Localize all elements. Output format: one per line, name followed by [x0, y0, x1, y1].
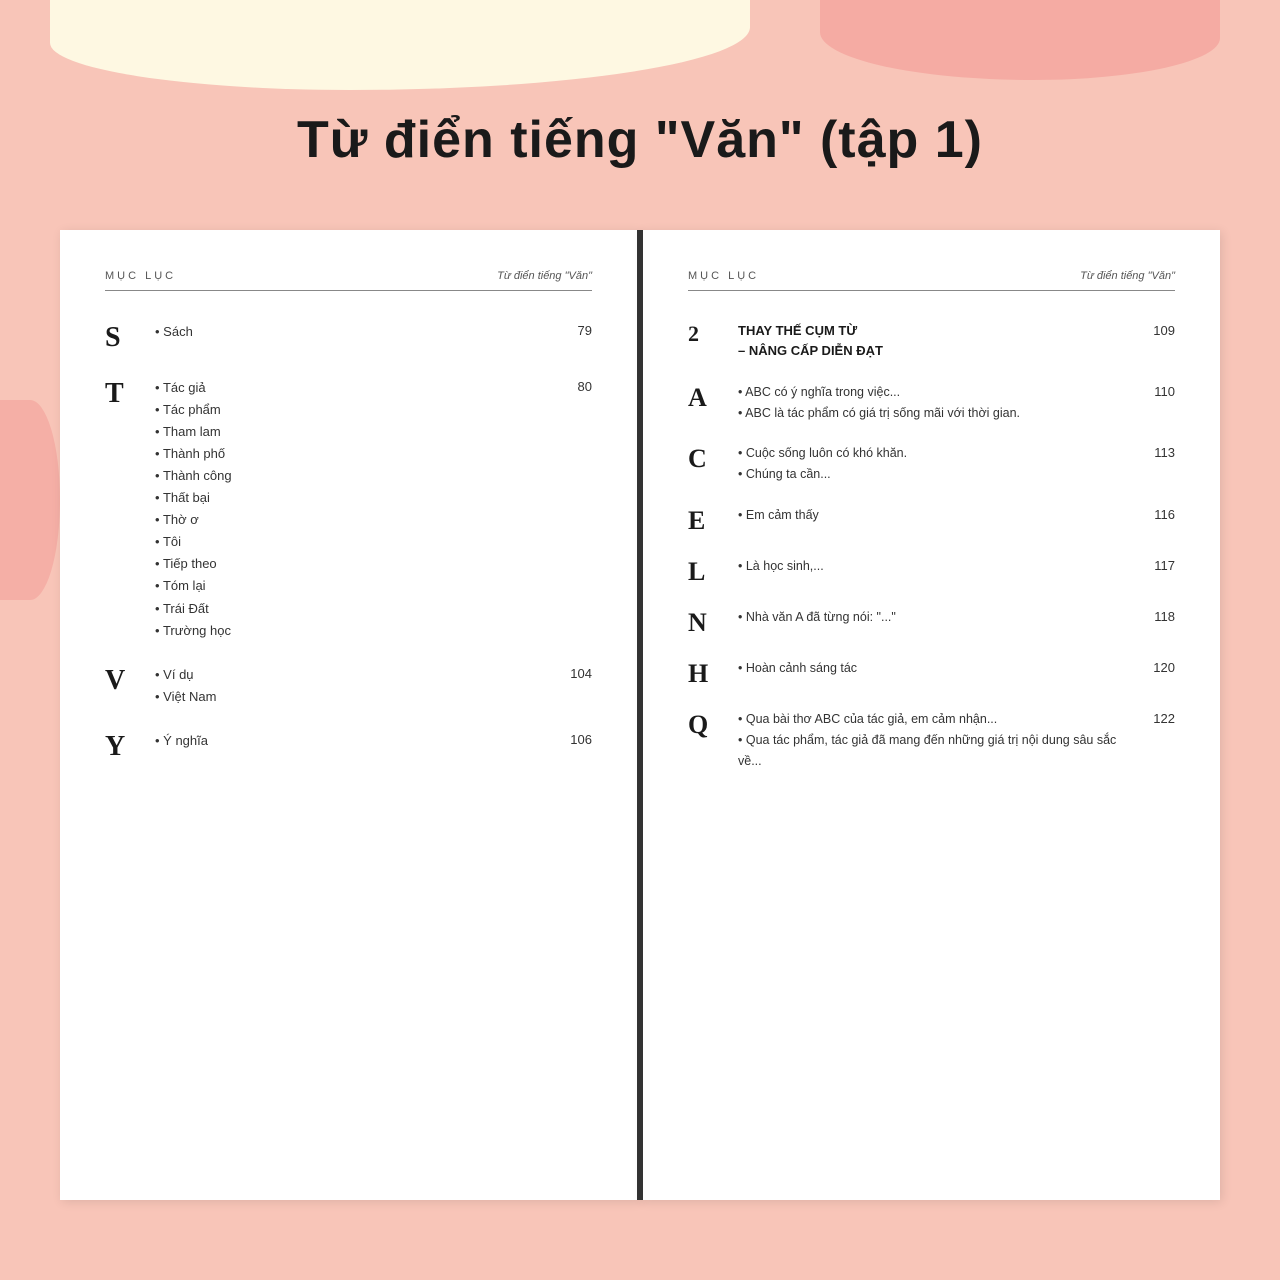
right-letter-e: E: [688, 505, 728, 536]
right-items-c: Cuộc sống luôn có khó khăn. Chúng ta cần…: [728, 443, 1139, 484]
items-t: Tác giả Tác phẩm Tham lam Thành phố Thàn…: [145, 377, 558, 642]
right-entry-n: N Nhà văn A đã từng nói: "..." 118: [688, 607, 1175, 638]
right-page-n: 118: [1139, 609, 1175, 624]
toc-item: Tôi: [155, 531, 558, 553]
letter-v: V: [105, 664, 145, 698]
right-items-n: Nhà văn A đã từng nói: "...": [728, 607, 1139, 628]
right-entry-q: Q Qua bài thơ ABC của tác giả, em cảm nh…: [688, 709, 1175, 771]
right-page-h: 120: [1138, 660, 1175, 675]
page-num-t: 80: [558, 379, 592, 394]
toc-entry-s: S Sách 79: [105, 321, 592, 355]
items-y: Ý nghĩa: [145, 730, 550, 752]
right-toc-item: Em cảm thấy: [738, 505, 1139, 526]
left-page: MỤC LỤC Từ điển tiếng "Văn" S Sách 79 T …: [60, 230, 640, 1200]
toc-item: Tác phẩm: [155, 399, 558, 421]
left-decoration: [0, 400, 60, 600]
right-entry-c: C Cuộc sống luôn có khó khăn. Chúng ta c…: [688, 443, 1175, 484]
right-page-header: MỤC LỤC Từ điển tiếng "Văn": [688, 270, 1175, 291]
right-header-title: Từ điển tiếng "Văn": [1080, 270, 1175, 282]
toc-entry-t: T Tác giả Tác phẩm Tham lam Thành phố Th…: [105, 377, 592, 642]
right-toc-item: Nhà văn A đã từng nói: "...": [738, 607, 1139, 628]
right-page-e: 116: [1139, 507, 1175, 522]
right-page-l: 117: [1139, 558, 1175, 573]
right-toc-item: Chúng ta cần...: [738, 464, 1139, 485]
toc-item: Thờ ơ: [155, 509, 558, 531]
right-header-label: MỤC LỤC: [688, 270, 759, 282]
toc-entry-v: V Ví dụ Việt Nam 104: [105, 664, 592, 708]
right-toc-item: Là học sinh,...: [738, 556, 1139, 577]
section-number: 2: [688, 321, 728, 347]
section-title-block: THAY THẾ CỤM TỪ– NÂNG CẤP DIỄN ĐẠT: [728, 321, 1138, 360]
right-letter-c: C: [688, 443, 728, 474]
right-items-e: Em cảm thấy: [728, 505, 1139, 526]
page-num-y: 106: [550, 732, 592, 747]
right-toc-item: ABC là tác phẩm có giá trị sống mãi với …: [738, 403, 1139, 424]
letter-y: Y: [105, 730, 145, 764]
right-toc-item: Cuộc sống luôn có khó khăn.: [738, 443, 1139, 464]
right-letter-h: H: [688, 658, 728, 689]
letter-s: S: [105, 321, 145, 355]
toc-item: Tiếp theo: [155, 553, 558, 575]
right-items-h: Hoàn cảnh sáng tác: [728, 658, 1138, 679]
right-page-q: 122: [1138, 711, 1175, 726]
top-decoration: [0, 0, 1280, 120]
right-items-a: ABC có ý nghĩa trong việc... ABC là tác …: [728, 382, 1139, 423]
pages-container: MỤC LỤC Từ điển tiếng "Văn" S Sách 79 T …: [60, 230, 1220, 1200]
toc-item: Ý nghĩa: [155, 730, 550, 752]
page-title: Từ điển tiếng "Văn" (tập 1): [0, 110, 1280, 170]
right-page: MỤC LỤC Từ điển tiếng "Văn" 2 THAY THẾ C…: [640, 230, 1220, 1200]
section-2-header: 2 THAY THẾ CỤM TỪ– NÂNG CẤP DIỄN ĐẠT 109: [688, 321, 1175, 360]
section-title: THAY THẾ CỤM TỪ– NÂNG CẤP DIỄN ĐẠT: [738, 321, 1138, 360]
toc-item: Tác giả: [155, 377, 558, 399]
toc-item: Việt Nam: [155, 686, 550, 708]
toc-item: Thành phố: [155, 443, 558, 465]
left-header-label: MỤC LỤC: [105, 270, 176, 282]
right-entry-l: L Là học sinh,... 117: [688, 556, 1175, 587]
letter-t: T: [105, 377, 145, 411]
items-v: Ví dụ Việt Nam: [145, 664, 550, 708]
page-num-v: 104: [550, 666, 592, 681]
right-entry-h: H Hoàn cảnh sáng tác 120: [688, 658, 1175, 689]
cream-splash: [50, 0, 750, 90]
right-letter-l: L: [688, 556, 728, 587]
toc-item: Trái Đất: [155, 598, 558, 620]
right-letter-q: Q: [688, 709, 728, 740]
toc-item: Thất bại: [155, 487, 558, 509]
right-toc-item: Qua tác phẩm, tác giả đã mang đến những …: [738, 730, 1138, 771]
right-toc-item: Hoàn cảnh sáng tác: [738, 658, 1138, 679]
toc-item: Ví dụ: [155, 664, 550, 686]
right-toc-item: Qua bài thơ ABC của tác giả, em cảm nhận…: [738, 709, 1138, 730]
section-page-num: 109: [1138, 323, 1175, 338]
left-header-title: Từ điển tiếng "Văn": [497, 270, 592, 282]
items-s: Sách: [145, 321, 558, 343]
right-items-l: Là học sinh,...: [728, 556, 1139, 577]
right-page-c: 113: [1139, 445, 1175, 460]
toc-item: Trường học: [155, 620, 558, 642]
right-entry-e: E Em cảm thấy 116: [688, 505, 1175, 536]
toc-item: Tham lam: [155, 421, 558, 443]
right-items-q: Qua bài thơ ABC của tác giả, em cảm nhận…: [728, 709, 1138, 771]
toc-entry-y: Y Ý nghĩa 106: [105, 730, 592, 764]
right-entry-a: A ABC có ý nghĩa trong việc... ABC là tá…: [688, 382, 1175, 423]
page-num-s: 79: [558, 323, 592, 338]
pink-splash: [820, 0, 1220, 80]
right-page-a: 110: [1139, 384, 1175, 399]
right-toc-item: ABC có ý nghĩa trong việc...: [738, 382, 1139, 403]
left-page-header: MỤC LỤC Từ điển tiếng "Văn": [105, 270, 592, 291]
toc-item: Tóm lại: [155, 575, 558, 597]
right-letter-a: A: [688, 382, 728, 413]
toc-item: Thành công: [155, 465, 558, 487]
toc-item: Sách: [155, 321, 558, 343]
right-letter-n: N: [688, 607, 728, 638]
